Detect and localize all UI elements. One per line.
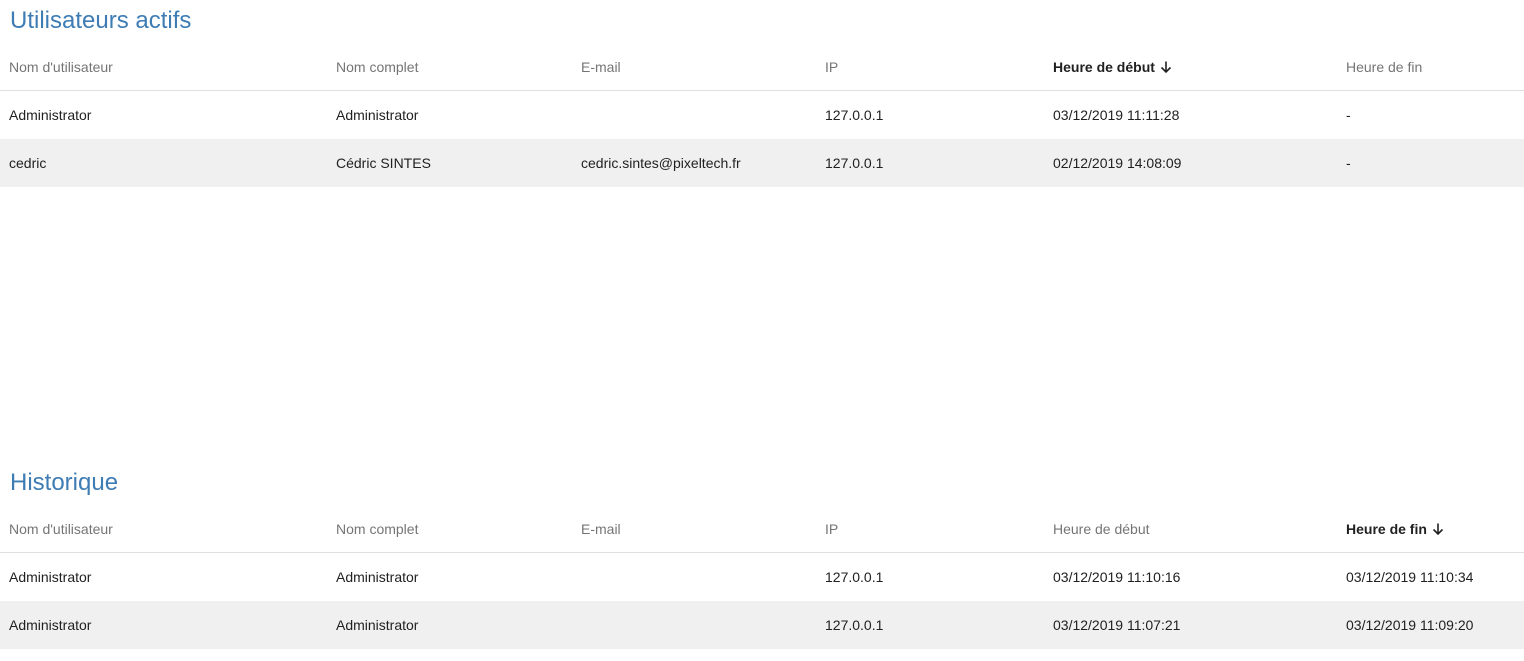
cell-start-time: 03/12/2019 11:10:16 — [1053, 569, 1181, 585]
cell-username: cedric — [0, 139, 327, 187]
active-users-table: Nom d'utilisateur Nom complet E-mail IP … — [0, 43, 1524, 187]
table-header-row: Nom d'utilisateur Nom complet E-mail IP … — [0, 43, 1524, 91]
cell-username: Administrator — [9, 107, 92, 123]
cell-email — [572, 601, 816, 649]
arrow-down-icon — [1160, 61, 1171, 73]
cell-full-name: Administrator — [336, 107, 419, 123]
column-header-email[interactable]: E-mail — [572, 43, 816, 91]
column-header-start-time[interactable]: Heure de début — [1044, 43, 1337, 91]
history-table: Nom d'utilisateur Nom complet E-mail IP … — [0, 505, 1524, 649]
cell-ip: 127.0.0.1 — [816, 139, 1044, 187]
cell-username: Administrator — [9, 569, 92, 585]
active-users-title: Utilisateurs actifs — [10, 7, 192, 34]
cell-end-time: 03/12/2019 11:09:20 — [1337, 601, 1524, 649]
column-header-username[interactable]: Nom d'utilisateur — [0, 43, 327, 91]
cell-full-name: Cédric SINTES — [327, 139, 572, 187]
column-header-full-name[interactable]: Nom complet — [327, 505, 572, 553]
cell-ip: 127.0.0.1 — [825, 569, 884, 585]
column-header-full-name[interactable]: Nom complet — [327, 43, 572, 91]
table-header-row: Nom d'utilisateur Nom complet E-mail IP … — [0, 505, 1524, 553]
table-row[interactable]: Administrator Administrator 127.0.0.1 03… — [0, 553, 1524, 602]
table-row[interactable]: Administrator Administrator 127.0.0.1 03… — [0, 601, 1524, 649]
column-header-end-time[interactable]: Heure de fin — [1337, 43, 1524, 91]
cell-full-name: Administrator — [327, 601, 572, 649]
column-header-username[interactable]: Nom d'utilisateur — [0, 505, 327, 553]
cell-ip: 127.0.0.1 — [825, 107, 884, 123]
cell-end-time: 03/12/2019 11:10:34 — [1346, 569, 1474, 585]
table-row[interactable]: Administrator Administrator 127.0.0.1 03… — [0, 91, 1524, 140]
cell-start-time: 02/12/2019 14:08:09 — [1044, 139, 1337, 187]
history-title: Historique — [10, 469, 119, 496]
cell-start-time: 03/12/2019 11:11:28 — [1053, 107, 1180, 123]
cell-end-time: - — [1337, 139, 1524, 187]
table-row[interactable]: cedric Cédric SINTES cedric.sintes@pixel… — [0, 139, 1524, 187]
cell-start-time: 03/12/2019 11:07:21 — [1044, 601, 1337, 649]
cell-email: cedric.sintes@pixeltech.fr — [572, 139, 816, 187]
cell-email — [572, 553, 816, 602]
cell-ip: 127.0.0.1 — [816, 601, 1044, 649]
column-header-ip[interactable]: IP — [816, 43, 1044, 91]
cell-end-time: - — [1346, 107, 1351, 123]
column-header-start-time[interactable]: Heure de début — [1044, 505, 1337, 553]
cell-email — [572, 91, 816, 140]
column-header-ip[interactable]: IP — [816, 505, 1044, 553]
cell-full-name: Administrator — [336, 569, 419, 585]
arrow-down-icon — [1432, 523, 1443, 535]
cell-username: Administrator — [0, 601, 327, 649]
column-header-email[interactable]: E-mail — [572, 505, 816, 553]
column-header-end-time[interactable]: Heure de fin — [1337, 505, 1524, 553]
